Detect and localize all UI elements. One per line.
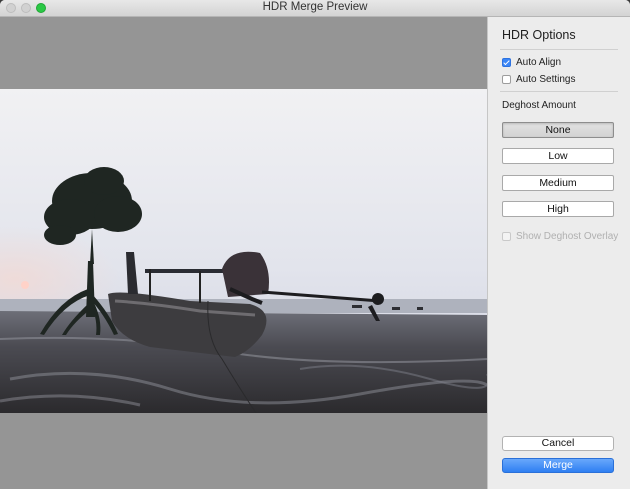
merge-button[interactable]: Merge (502, 458, 614, 473)
auto-settings-label: Auto Settings (516, 74, 576, 85)
preview-photo (0, 89, 487, 413)
deghost-medium-button[interactable]: Medium (502, 175, 614, 191)
hdr-merge-preview-window: HDR Merge Preview HDR Options Auto Align… (0, 0, 630, 489)
deghost-none-button[interactable]: None (502, 122, 614, 138)
auto-settings-checkbox[interactable] (502, 75, 511, 84)
deghost-low-button[interactable]: Low (502, 148, 614, 164)
show-deghost-overlay-label: Show Deghost Overlay (516, 231, 619, 242)
auto-settings-checkbox-row[interactable]: Auto Settings (502, 74, 575, 85)
sun-shape (21, 281, 29, 289)
divider (500, 91, 618, 92)
merge-preview-area (0, 17, 487, 489)
auto-align-label: Auto Align (516, 57, 562, 68)
window-title: HDR Merge Preview (262, 1, 368, 13)
divider (500, 49, 618, 50)
auto-align-checkbox[interactable] (502, 58, 511, 67)
title-bar: HDR Merge Preview (0, 0, 630, 17)
hdr-options-panel: HDR Options Auto Align Auto Settings Deg… (487, 17, 630, 489)
deghost-high-button[interactable]: High (502, 201, 614, 217)
show-deghost-overlay-row: Show Deghost Overlay (502, 231, 618, 242)
auto-align-checkbox-row[interactable]: Auto Align (502, 57, 561, 68)
show-deghost-overlay-checkbox (502, 232, 511, 241)
deghost-amount-label: Deghost Amount (502, 100, 576, 111)
cancel-button[interactable]: Cancel (502, 436, 614, 451)
hdr-options-heading: HDR Options (502, 28, 576, 42)
